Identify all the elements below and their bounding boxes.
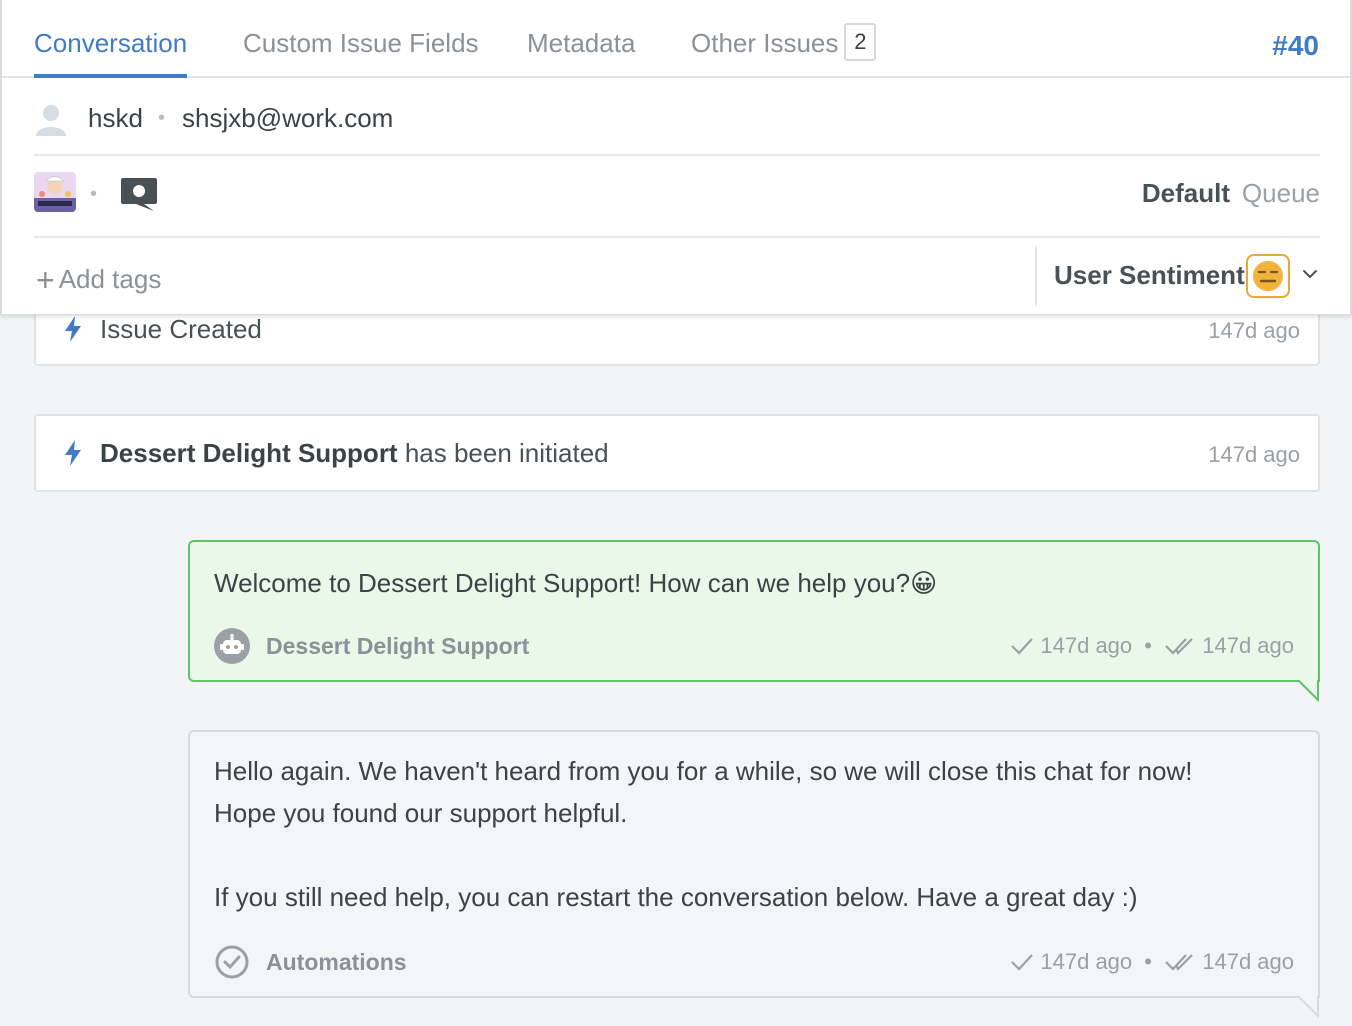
sent-time: 147d ago (1040, 633, 1133, 658)
event-actor: Dessert Delight Support (100, 438, 398, 468)
message-receipt: 147d ago • 147d ago (1010, 949, 1294, 975)
tab-custom-issue-fields[interactable]: Custom Issue Fields (243, 28, 479, 78)
read-time: 147d ago (1202, 949, 1294, 974)
sender-name: Automations (266, 949, 407, 975)
customer-name[interactable]: hskd (88, 103, 143, 134)
lightning-bolt-icon (65, 440, 81, 466)
separator-dot: • (1144, 949, 1152, 974)
event-text: Issue Created (100, 314, 262, 344)
event-text: Dessert Delight Support has been initiat… (100, 438, 609, 469)
issue-header: Conversation Custom Issue Fields Metadat… (0, 0, 1352, 315)
separator-dot: • (158, 107, 166, 129)
read-time: 147d ago (1202, 633, 1294, 658)
double-check-icon (1165, 954, 1193, 971)
event-time: 147d ago (1208, 442, 1300, 467)
tab-other-issues[interactable]: Other Issues 2 (691, 23, 877, 78)
chevron-down-icon[interactable] (1302, 268, 1318, 280)
check-icon (1011, 954, 1034, 971)
sentiment-selector[interactable] (1246, 254, 1290, 298)
chat-bubble-icon (121, 178, 157, 211)
tab-label: Metadata (527, 28, 636, 58)
tags-row: + Add tags User Sentiment (34, 238, 1320, 314)
divider (1035, 246, 1037, 306)
customer-row: hskd • shsjxb@work.com (34, 80, 1320, 156)
message-bubble-automation: Hello again. We haven't heard from you f… (188, 730, 1320, 1018)
tab-label: Custom Issue Fields (243, 28, 479, 58)
tab-metadata[interactable]: Metadata (527, 28, 635, 78)
message-bubble-bot: Welcome to Dessert Delight Support! How … (188, 540, 1320, 702)
message-text: Hello again. We haven't heard from you f… (214, 756, 1193, 912)
tab-label: Other Issues (691, 28, 839, 58)
robot-icon (214, 628, 250, 664)
tab-bar: Conversation Custom Issue Fields Metadat… (2, 0, 1350, 78)
check-circle-icon (215, 945, 249, 979)
app-channel-row: • Default Queue (34, 156, 1320, 238)
issue-number: #40 (1272, 30, 1319, 61)
bubble-tail (1297, 996, 1319, 1018)
message-receipt: 147d ago • 147d ago (1010, 633, 1294, 659)
tab-conversation[interactable]: Conversation (34, 28, 188, 78)
separator-dot: • (1144, 633, 1152, 658)
person-avatar-icon (36, 105, 66, 136)
add-tags-label: Add tags (58, 264, 162, 294)
dessert-delight-logo (34, 172, 76, 212)
user-sentiment-label: User Sentiment (1054, 260, 1245, 290)
add-tags-button[interactable]: + Add tags (36, 262, 161, 299)
event-time: 147d ago (1208, 318, 1300, 343)
double-check-icon (1165, 638, 1193, 655)
bubble-tail (1297, 680, 1319, 702)
event-support-initiated: Dessert Delight Support has been initiat… (34, 414, 1320, 492)
neutral-face-icon (1253, 261, 1283, 291)
other-issues-count-badge: 2 (844, 23, 877, 61)
check-icon (1011, 638, 1034, 655)
sent-time: 147d ago (1040, 949, 1133, 974)
customer-email[interactable]: shsjxb@work.com (182, 103, 393, 134)
tab-label: Conversation (34, 28, 188, 58)
message-text: Welcome to Dessert Delight Support! How … (214, 568, 938, 598)
queue-name[interactable]: Default (1142, 178, 1230, 209)
event-description: has been initiated (397, 438, 609, 468)
queue-label: Queue (1241, 178, 1320, 208)
plus-icon: + (36, 262, 55, 298)
sender-name: Dessert Delight Support (266, 633, 530, 659)
separator-dot: • (90, 183, 98, 205)
lightning-bolt-icon (65, 316, 81, 342)
